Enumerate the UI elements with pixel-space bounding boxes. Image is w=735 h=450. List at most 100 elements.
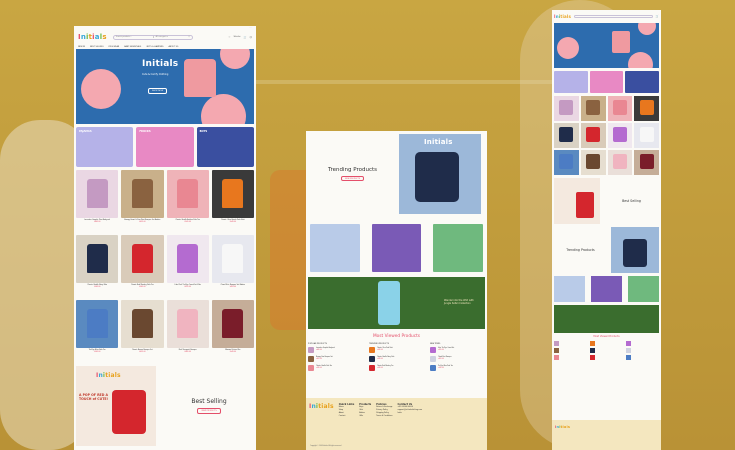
product-card[interactable]: Bumpy Heart & Star Print Romper Set Babi…	[121, 170, 164, 232]
category-banner[interactable]: PAJAMAS	[76, 127, 134, 167]
category-banner[interactable]	[589, 71, 624, 93]
best-selling-banner[interactable]	[554, 178, 600, 224]
search-input[interactable]: Search products...	[116, 36, 132, 38]
nav-item[interactable]: NEW IN	[78, 46, 85, 48]
product-image[interactable]	[211, 235, 254, 283]
product-card[interactable]: Pink Sleepsuit Romper ₹449.00	[166, 300, 209, 362]
cart-icon[interactable]: 🛒	[656, 15, 659, 18]
product-image[interactable]	[166, 170, 209, 218]
product-thumbnail[interactable]	[554, 348, 559, 353]
product-card[interactable]: Classic Giraffe Navy Polo ₹549.00	[76, 235, 119, 297]
product-card[interactable]: Lavender Graphic Print Bodysuit ₹449.00	[76, 170, 119, 232]
product-thumbnail[interactable]	[430, 347, 436, 353]
list-item[interactable]: Tie-Dye Blue Polo Tee ₹549.00	[430, 365, 485, 371]
category-banner[interactable]	[554, 71, 588, 93]
list-item[interactable]: Classic Giraffe Navy Polo ₹549.00	[369, 356, 424, 362]
product-card[interactable]	[554, 96, 579, 121]
brand-logo[interactable]: Initials	[554, 14, 571, 19]
list-item[interactable]: Classic Olive Polo Shirt ₹549.00	[369, 347, 424, 353]
product-image[interactable]	[211, 170, 254, 218]
list-item[interactable]: Classic Giraffe Polo Tee ₹549.00	[308, 365, 363, 371]
feature-banner[interactable]	[591, 276, 622, 302]
category-banner[interactable]: FROCKS	[136, 127, 194, 167]
product-thumbnail[interactable]	[590, 341, 595, 346]
wishlist-label[interactable]: Wishlist	[234, 36, 241, 38]
product-card[interactable]	[634, 96, 659, 121]
feature-banner[interactable]	[371, 224, 422, 272]
footer-logo[interactable]: Initials	[309, 403, 334, 445]
product-card[interactable]: Cloud Print Romper Set Babies ₹499.00	[211, 235, 254, 297]
category-banner[interactable]	[625, 71, 660, 93]
product-card[interactable]: Classic Olive Bunch Polo Shirt ₹549.00	[211, 170, 254, 232]
product-image[interactable]	[76, 300, 119, 348]
feature-banner[interactable]	[310, 224, 360, 272]
product-card[interactable]	[607, 123, 633, 148]
product-thumbnail[interactable]	[308, 365, 314, 371]
feature-banner[interactable]	[628, 276, 659, 302]
product-image[interactable]	[121, 300, 164, 348]
product-image[interactable]	[166, 300, 209, 348]
footer-logo[interactable]: Initials	[552, 420, 661, 434]
product-card[interactable]	[634, 150, 659, 175]
product-thumbnail[interactable]	[626, 348, 631, 353]
list-item[interactable]: Lilac Tie-Dye Coord Set ₹699.00	[430, 347, 485, 353]
product-thumbnail[interactable]	[554, 355, 559, 360]
list-item[interactable]: Lavender Graphic Bodysuit ₹449.00	[308, 347, 363, 353]
nav-item[interactable]: BABY ESSENTIALS	[124, 46, 141, 48]
wishlist-icon[interactable]: ♡	[228, 36, 230, 39]
trending-banner[interactable]: Initials	[399, 134, 481, 214]
product-thumbnail[interactable]	[430, 356, 436, 362]
feature-banner[interactable]	[433, 224, 484, 272]
product-card[interactable]: Classic Brown Romper Set ₹499.00	[121, 300, 164, 362]
list-item[interactable]: Cloud Print Romper ₹499.00	[430, 356, 485, 362]
footer-link[interactable]: Contact	[339, 415, 354, 418]
view-products-button[interactable]: VIEW PRODUCTS	[197, 408, 221, 414]
nav-item[interactable]: BEST SELLING	[90, 46, 103, 48]
nav-item[interactable]: KIDS WEAR	[108, 46, 119, 48]
jungle-safari-banner[interactable]: Wander into the Wild with Jungle Safari …	[308, 277, 485, 329]
product-thumbnail[interactable]	[430, 365, 436, 371]
product-image[interactable]	[211, 300, 254, 348]
product-card[interactable]: Maroon Printed Tee ₹549.00	[211, 300, 254, 362]
product-card[interactable]	[580, 96, 606, 121]
brand-logo[interactable]: Initials	[78, 33, 107, 41]
search-icon[interactable]: ⚲	[188, 36, 189, 38]
product-card[interactable]	[607, 150, 633, 175]
best-selling-banner[interactable]: Initials A POP OF RED A TOUCH of CUTE!	[76, 366, 156, 446]
list-item[interactable]: Classic Red Monkey Tee ₹549.00	[369, 365, 424, 371]
hero-banner[interactable]	[554, 23, 659, 68]
search-bar[interactable]	[574, 15, 653, 18]
product-thumbnail[interactable]	[369, 347, 375, 353]
product-card[interactable]	[607, 96, 633, 121]
trending-banner[interactable]	[611, 227, 659, 273]
product-card[interactable]	[580, 150, 606, 175]
category-banner[interactable]: BOYS	[196, 127, 254, 167]
product-image[interactable]	[76, 170, 119, 218]
cart-icon[interactable]: 🛒	[244, 36, 247, 39]
nav-item[interactable]: GIFTS & HAMPERS	[146, 46, 163, 48]
product-thumbnail[interactable]	[308, 356, 314, 362]
product-card[interactable]: Classic Red Monkey Polo Tee ₹549.00	[121, 235, 164, 297]
product-image[interactable]	[76, 235, 119, 283]
product-image[interactable]	[121, 170, 164, 218]
trending-view-button[interactable]: VIEW PRODUCTS	[340, 175, 365, 182]
product-card[interactable]: Lilac Pink Tie-Dye Coord Set Kids ₹699.00	[166, 235, 209, 297]
product-thumbnail[interactable]	[590, 348, 595, 353]
hero-shop-button[interactable]: SHOP NOW	[148, 88, 168, 94]
product-thumbnail[interactable]	[590, 355, 595, 360]
footer-link[interactable]: Gifts	[359, 415, 371, 418]
product-thumbnail[interactable]	[554, 341, 559, 346]
product-thumbnail[interactable]	[369, 356, 375, 362]
product-card[interactable]: Classic Giraffe Antlers Polo Tee ₹549.00	[166, 170, 209, 232]
product-thumbnail[interactable]	[626, 341, 631, 346]
product-card[interactable]	[580, 123, 606, 148]
footer-link[interactable]: India	[398, 412, 423, 415]
account-icon[interactable]: ☺	[250, 36, 253, 39]
product-thumbnail[interactable]	[308, 347, 314, 353]
product-card[interactable]	[554, 123, 579, 148]
product-image[interactable]	[121, 235, 164, 283]
product-thumbnail[interactable]	[369, 365, 375, 371]
product-card[interactable]	[634, 123, 659, 148]
footer-link[interactable]: Terms & Conditions	[376, 415, 392, 418]
nav-item[interactable]: ABOUT US	[169, 46, 179, 48]
